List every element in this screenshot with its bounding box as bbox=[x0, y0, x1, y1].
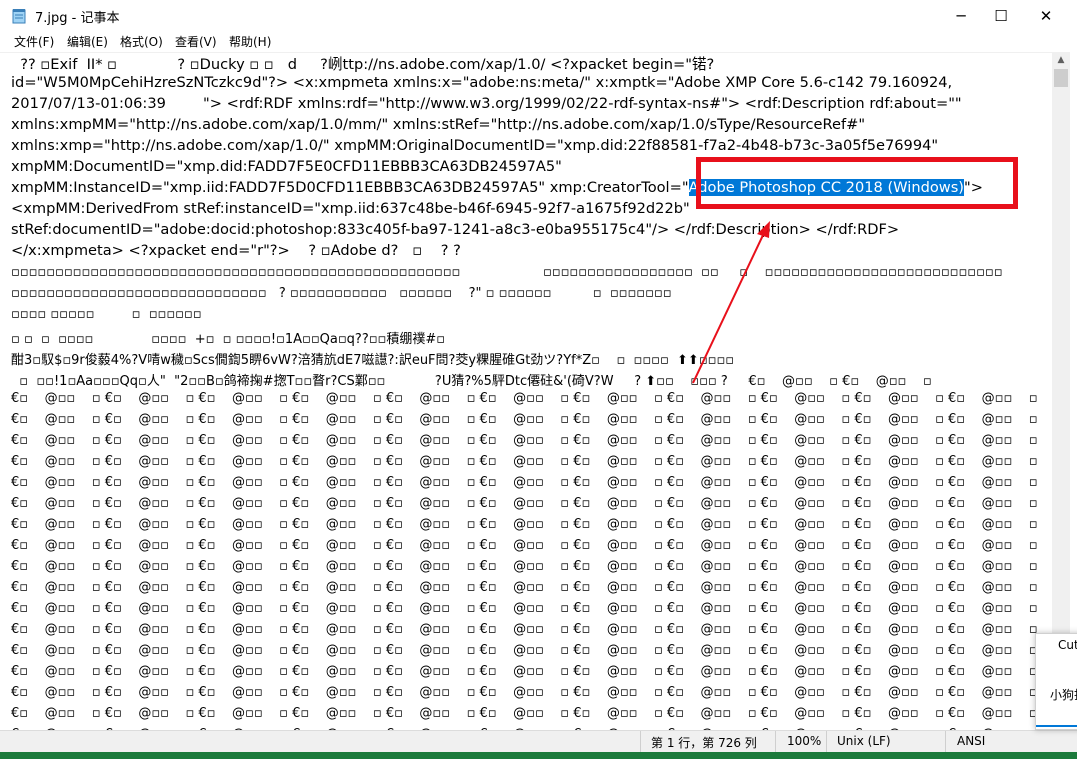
status-divider bbox=[640, 731, 641, 753]
line-ending: Unix (LF) bbox=[837, 734, 891, 748]
repeated-text-line: €▫ @▫▫ ▫ €▫ @▫▫ ▫ €▫ @▫▫ ▫ €▫ @▫▫ ▫ €▫ @… bbox=[11, 580, 1038, 595]
text-line: ▫ ▫ ▫ ▫▫▫▫ ▫▫▫▫ +▫ ▫ ▫▫▫▫!▫1A▫▫Qa▫q??▫▫積… bbox=[11, 332, 446, 347]
text-line: </x:xmpmeta> <?xpacket end="r"?> ? ▫Adob… bbox=[11, 242, 461, 259]
encoding: ANSI bbox=[957, 734, 986, 748]
repeated-text-line: €▫ @▫▫ ▫ €▫ @▫▫ ▫ €▫ @▫▫ ▫ €▫ @▫▫ ▫ €▫ @… bbox=[11, 622, 1038, 637]
vertical-scrollbar[interactable]: ▲ bbox=[1052, 52, 1070, 730]
notepad-window: 7.jpg - 记事本 ─ ☐ ✕ 文件(F) 编辑(E) 格式(O) 查看(V… bbox=[0, 0, 1077, 759]
text-line: ▫▫▫▫ ▫▫▫▫▫ ▫ ▫▫▫▫▫▫ bbox=[11, 307, 202, 322]
notification-popup[interactable]: Cut 小狗找 bbox=[1035, 633, 1077, 730]
repeated-text-line: €▫ @▫▫ ▫ €▫ @▫▫ ▫ €▫ @▫▫ ▫ €▫ @▫▫ ▫ €▫ @… bbox=[11, 517, 1038, 532]
title-bar[interactable]: 7.jpg - 记事本 ─ ☐ ✕ bbox=[0, 0, 1077, 32]
popup-text: 小狗找 bbox=[1050, 688, 1077, 702]
menu-file[interactable]: 文件(F) bbox=[14, 33, 54, 50]
maximize-button[interactable]: ☐ bbox=[978, 0, 1024, 32]
repeated-text-line: €▫ @▫▫ ▫ €▫ @▫▫ ▫ €▫ @▫▫ ▫ €▫ @▫▫ ▫ €▫ @… bbox=[11, 433, 1038, 448]
cursor-position: 第 1 行，第 726 列 bbox=[651, 736, 757, 750]
repeated-text-line: €▫ @▫▫ ▫ €▫ @▫▫ ▫ €▫ @▫▫ ▫ €▫ @▫▫ ▫ €▫ @… bbox=[11, 538, 1038, 553]
status-divider bbox=[945, 731, 946, 753]
scroll-up-icon[interactable]: ▲ bbox=[1052, 52, 1070, 69]
popup-title: Cut bbox=[1058, 638, 1077, 652]
repeated-text-line: €▫ @▫▫ ▫ €▫ @▫▫ ▫ €▫ @▫▫ ▫ €▫ @▫▫ ▫ €▫ @… bbox=[11, 601, 1038, 616]
text-line: <xmpMM:DerivedFrom stRef:instanceID="xmp… bbox=[11, 200, 690, 217]
repeated-text-line: €▫ @▫▫ ▫ €▫ @▫▫ ▫ €▫ @▫▫ ▫ €▫ @▫▫ ▫ €▫ @… bbox=[11, 475, 1038, 490]
repeated-text-line: €▫ @▫▫ ▫ €▫ @▫▫ ▫ €▫ @▫▫ ▫ €▫ @▫▫ ▫ €▫ @… bbox=[11, 706, 1038, 721]
window-title: 7.jpg - 记事本 bbox=[35, 11, 120, 26]
repeated-text-line: €▫ @▫▫ ▫ €▫ @▫▫ ▫ €▫ @▫▫ ▫ €▫ @▫▫ ▫ €▫ @… bbox=[11, 454, 1038, 469]
scroll-thumb[interactable] bbox=[1054, 69, 1068, 87]
text-line: 2017/07/13-01:06:39 "> <rdf:RDF xmlns:rd… bbox=[11, 95, 962, 112]
repeated-text-line: €▫ @▫▫ ▫ €▫ @▫▫ ▫ €▫ @▫▫ ▫ €▫ @▫▫ ▫ €▫ @… bbox=[11, 643, 1038, 658]
repeated-text-line: €▫ @▫▫ ▫ €▫ @▫▫ ▫ €▫ @▫▫ ▫ €▫ @▫▫ ▫ €▫ @… bbox=[11, 412, 1038, 427]
status-divider bbox=[775, 731, 776, 753]
text-line: ?? ▫Exif II* ▫ ? ▫Ducky ▫ ▫ d ?峢ttp://ns… bbox=[11, 56, 715, 73]
highlight-box bbox=[696, 157, 1018, 209]
text-line: stRef:documentID="adobe:docid:photoshop:… bbox=[11, 221, 900, 238]
text-line: xmlns:xmpMM="http://ns.adobe.com/xap/1.0… bbox=[11, 116, 866, 133]
close-button[interactable]: ✕ bbox=[1023, 0, 1069, 32]
text-line: id="W5M0MpCehiHzreSzNTczkc9d"?> <x:xmpme… bbox=[11, 74, 953, 91]
repeated-text-line: €▫ @▫▫ ▫ €▫ @▫▫ ▫ €▫ @▫▫ ▫ €▫ @▫▫ ▫ €▫ @… bbox=[11, 685, 1038, 700]
text-line: ▫ ▫▫!1▫Aa▫▫▫Qq▫人" "2▫▫B▫鸽褅掬#揔T▫▫瞀r?CS鄴▫▫… bbox=[11, 374, 932, 389]
status-bar: 第 1 行，第 726 列 100% Unix (LF) ANSI bbox=[0, 730, 1077, 753]
text-line: ▫▫▫▫▫▫▫▫▫▫▫▫▫▫▫▫▫▫▫▫▫▫▫▫▫▫▫▫▫ ? ▫▫▫▫▫▫▫▫… bbox=[11, 286, 672, 301]
menu-view[interactable]: 查看(V) bbox=[175, 33, 217, 50]
repeated-text-line: €▫ @▫▫ ▫ €▫ @▫▫ ▫ €▫ @▫▫ ▫ €▫ @▫▫ ▫ €▫ @… bbox=[11, 496, 1038, 511]
menu-help[interactable]: 帮助(H) bbox=[229, 33, 271, 50]
repeated-text-line: €▫ @▫▫ ▫ €▫ @▫▫ ▫ €▫ @▫▫ ▫ €▫ @▫▫ ▫ €▫ @… bbox=[11, 559, 1038, 574]
desktop-strip bbox=[0, 752, 1077, 759]
text-line: ▫▫▫▫▫▫▫▫▫▫▫▫▫▫▫▫▫▫▫▫▫▫▫▫▫▫▫▫▫▫▫▫▫▫▫▫▫▫▫▫… bbox=[11, 265, 1003, 280]
text-line: €▫ @▫▫ ▫ €▫ @▫▫ ▫ €▫ @▫▫ ▫ €▫ @▫▫ ▫ €▫ @… bbox=[11, 391, 1038, 406]
line-prefix: xmpMM:InstanceID="xmp.iid:FADD7F5D0CFD11… bbox=[11, 179, 689, 196]
text-line: xmpMM:DocumentID="xmp.did:FADD7F5E0CFD11… bbox=[11, 158, 562, 175]
menu-format[interactable]: 格式(O) bbox=[120, 33, 163, 50]
menu-edit[interactable]: 编辑(E) bbox=[67, 33, 108, 50]
text-line: xmlns:xmp="http://ns.adobe.com/xap/1.0/"… bbox=[11, 137, 939, 154]
status-divider bbox=[826, 731, 827, 753]
popup-accent-bar bbox=[1036, 725, 1077, 727]
zoom-level: 100% bbox=[787, 734, 822, 748]
text-line: 酣3▫馭$▫9r俊藙4%?V啨w穢▫Scs僩鍧5睤6vW?涪猜斻dE7嗞譿?:訳… bbox=[11, 353, 735, 368]
text-editor[interactable]: ?? ▫Exif II* ▫ ? ▫Ducky ▫ ▫ d ?峢ttp://ns… bbox=[0, 52, 1052, 731]
notepad-icon bbox=[12, 9, 26, 24]
menu-bar: 文件(F) 编辑(E) 格式(O) 查看(V) 帮助(H) bbox=[0, 32, 1077, 52]
repeated-text-line: €▫ @▫▫ ▫ €▫ @▫▫ ▫ €▫ @▫▫ ▫ €▫ @▫▫ ▫ €▫ @… bbox=[11, 664, 1038, 679]
